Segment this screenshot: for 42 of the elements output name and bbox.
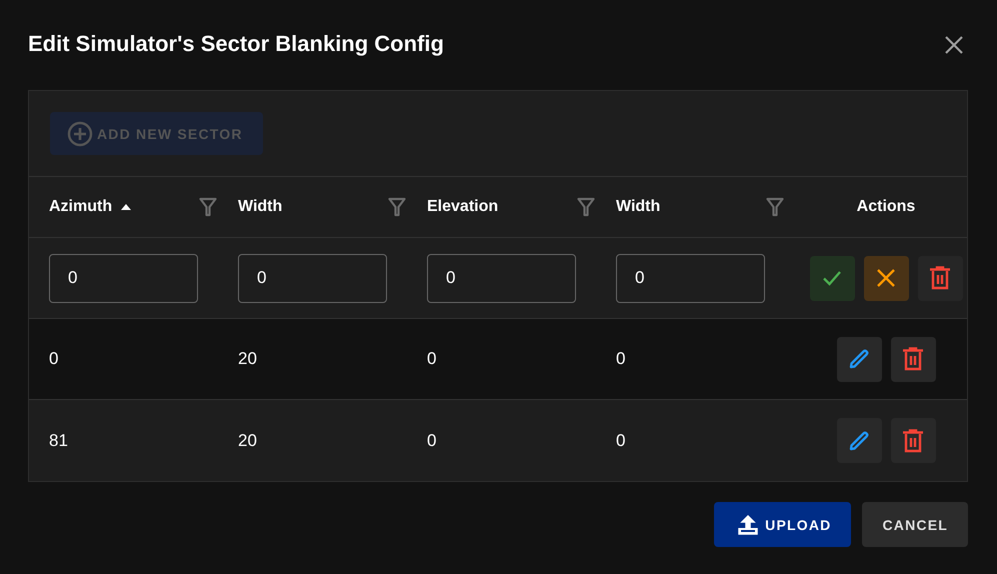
save-button[interactable]	[810, 256, 854, 300]
trash-icon	[902, 428, 924, 452]
edit-button[interactable]	[836, 418, 882, 463]
trash-icon	[902, 347, 924, 371]
column-header[interactable]: Width	[238, 198, 282, 216]
filter-icon[interactable]	[388, 197, 406, 217]
cancel-edit-button[interactable]	[864, 256, 908, 300]
pencil-icon	[847, 428, 871, 452]
table-cell: 0	[616, 430, 626, 450]
upload-icon	[736, 512, 760, 536]
plus-circle-icon	[67, 120, 93, 146]
delete-button[interactable]	[890, 336, 936, 382]
table-cell: 0	[427, 349, 436, 369]
input-field[interactable]: 0	[49, 254, 198, 302]
pencil-icon	[847, 347, 871, 371]
input-field[interactable]: 0	[238, 254, 387, 302]
column-header[interactable]: Elevation	[427, 198, 498, 216]
close-button[interactable]	[944, 35, 964, 55]
close-icon	[876, 268, 896, 288]
table-cell: 0	[427, 430, 436, 450]
input-field[interactable]: 0	[427, 254, 576, 302]
close-icon	[944, 35, 964, 55]
table-cell: 81	[49, 430, 68, 450]
table-cell: 20	[238, 430, 257, 450]
trash-icon	[929, 266, 951, 290]
delete-button[interactable]	[890, 418, 936, 463]
table-cell: 0	[49, 349, 58, 369]
filter-icon[interactable]	[577, 197, 595, 217]
delete-button[interactable]	[918, 256, 962, 300]
column-header[interactable]: Azimuth	[49, 198, 132, 216]
column-header[interactable]: Width	[616, 198, 660, 216]
edit-button[interactable]	[836, 336, 882, 382]
sort-up-icon	[120, 203, 132, 211]
dialog-title: Edit Simulator's Sector Blanking Config	[28, 31, 444, 57]
filter-icon[interactable]	[766, 197, 784, 217]
table-cell: 0	[616, 349, 626, 369]
table-cell: 20	[238, 349, 257, 369]
upload-button[interactable]: UPLOAD	[714, 502, 852, 547]
column-header: Actions	[856, 198, 916, 216]
cancel-button[interactable]: CANCEL	[862, 502, 968, 547]
input-field[interactable]: 0	[616, 254, 765, 302]
filter-icon[interactable]	[199, 197, 217, 217]
